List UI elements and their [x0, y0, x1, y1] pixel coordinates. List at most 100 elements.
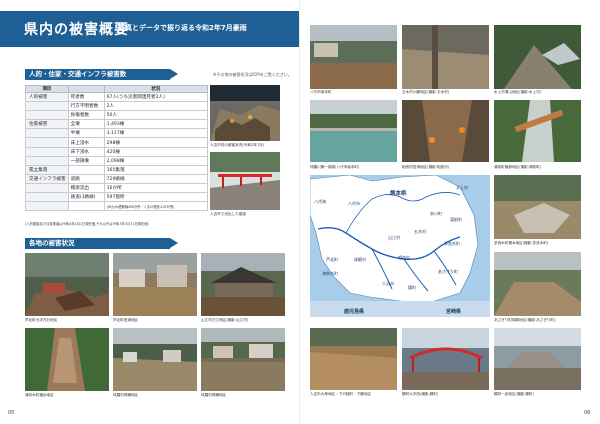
- map-label: 鹿児島県: [344, 308, 364, 315]
- map-label: 多良木町: [444, 240, 460, 246]
- table-cell-category: [25, 101, 69, 112]
- table-cell-item: 死者数: [67, 91, 105, 103]
- photo-left-1: [210, 152, 280, 210]
- table-header-status: 状況: [103, 85, 209, 93]
- photo-left-6: [113, 328, 197, 391]
- page-subtitle: 写真とデータで振り返る令和2年7月豪雨: [118, 24, 247, 32]
- photo-caption: 人吉市で流出した橋梁: [210, 212, 246, 216]
- table-cell-category: 孤立集落: [25, 164, 69, 175]
- table-cell-value: 16か所: [103, 182, 209, 194]
- map-label: 相良村: [398, 254, 410, 260]
- damage-table: 項目 状況 人的被害 死者数 67人(うち災害関連死者2人) 行方不明者数 2人 負傷者数…: [25, 85, 209, 212]
- photo-right-9: [402, 328, 489, 390]
- photo-right-5: [494, 100, 581, 162]
- photo-right-0: [310, 25, 397, 89]
- table-cell-value: 1,493棟: [103, 119, 209, 130]
- table-row: 人的被害 死者数 67人(うち災害関連死者2人): [25, 91, 209, 103]
- left-page: 県内の被害概要 写真とデータで振り返る令和2年7月豪雨 人的・住家・交通インフラ…: [0, 0, 300, 424]
- table-cell-item: 床上浸水: [67, 137, 105, 148]
- table-row: 行方不明者数 2人: [25, 101, 209, 112]
- photo-caption: 球磨川第一橋梁(八代市坂本町): [310, 165, 360, 169]
- table-row: 住家被害 全壊 1,493棟: [25, 119, 209, 130]
- table-row: (JR九州:肥薩線450か所・くま川鉄道:147か所): [25, 201, 209, 212]
- table-cell-item: 行方不明者数: [67, 101, 105, 112]
- photo-right-4: [402, 100, 489, 162]
- table-row: 床上浸水 298棟: [25, 137, 209, 148]
- table-row: 床下浸水 420棟: [25, 146, 209, 157]
- map-label: 人吉市: [382, 280, 394, 286]
- table-cell-item: [67, 201, 105, 212]
- table-row: 交通インフラ被害 道路 729路線: [25, 173, 209, 184]
- map-label: 錦町: [408, 284, 416, 290]
- table-row: 負傷者数 50人: [25, 110, 209, 121]
- photo-caption: 津奈木町福浜地区: [25, 393, 54, 397]
- table-cell-value: 67人(うち災害関連死者2人): [103, 91, 209, 103]
- table-cell-category: [25, 146, 69, 157]
- table-row: 孤立集落 165集落: [25, 164, 209, 175]
- table-cell-value: 165集落: [103, 164, 209, 175]
- table-row: 一部損壊 2,098棟: [25, 155, 209, 166]
- photo-left-4: [201, 253, 285, 316]
- section-header-infra: 人的・住家・交通インフラ被害数: [25, 69, 178, 80]
- section-header-areas: 各地の被害状況: [25, 238, 178, 249]
- photo-left-5: [25, 328, 109, 391]
- table-cell-value: 2,098棟: [103, 155, 209, 166]
- table-cell-item: 鉄道(3路線): [67, 192, 105, 203]
- photo-caption: 球磨村神瀬地区: [113, 393, 139, 397]
- map-label: 球磨村: [354, 256, 366, 262]
- photo-caption: 多良木町槻木地区(撮影:多良木町): [494, 241, 549, 245]
- photo-caption: 芦北町大字白石地区: [25, 318, 58, 322]
- photo-caption: 水上村湯山地区(撮影:水上村): [494, 90, 542, 94]
- table-row: 橋梁流出 16か所: [25, 182, 209, 194]
- table-header-sub: [67, 85, 105, 93]
- map-label: 山江村: [388, 234, 400, 240]
- table-cell-category: 交通インフラ被害: [25, 173, 69, 184]
- photo-left-2: [25, 253, 109, 316]
- map-south-region: [310, 301, 490, 317]
- photo-caption: あさぎり町岡原地区(撮影:あさぎり町): [494, 318, 556, 322]
- map-label: あさぎり町: [438, 268, 458, 274]
- table-cell-category: [25, 192, 69, 203]
- map-label: 熊本県: [390, 189, 407, 197]
- photo-caption: 湯前町植柳地区(撮影:湯前町): [494, 165, 542, 169]
- table-cell-item: 床下浸水: [67, 146, 105, 157]
- photo-caption: 芦北町田浦地区: [113, 318, 139, 322]
- table-cell-item: 一部損壊: [67, 155, 105, 166]
- photo-left-3: [113, 253, 197, 316]
- right-page: 八代市坂本町 五木村小鶴地区(撮影:五木村) 水上村湯山地区(撮影:水上村) 球…: [300, 0, 600, 424]
- map-label: 水上村: [456, 184, 468, 190]
- table-cell-value: 3,117棟: [103, 128, 209, 139]
- table-cell-item: 負傷者数: [67, 110, 105, 121]
- page-title: 県内の被害概要: [24, 22, 129, 38]
- table-cell-value: 2人: [103, 101, 209, 112]
- table-cell-item: 橋梁流出: [67, 182, 105, 194]
- photo-caption: 山江村万江地区(撮影:山江村): [201, 318, 249, 322]
- photo-right-7: [494, 252, 581, 316]
- photo-right-8: [310, 328, 397, 390]
- table-cell-item: 道路: [67, 173, 105, 184]
- photo-left-0: [210, 85, 280, 141]
- photo-caption: 五木村小鶴地区(撮影:五木村): [402, 90, 450, 94]
- table-cell-category: [25, 182, 69, 194]
- table-footnote: (人的被害及び住家被害は令和4年4月1日現在値,それ以外は令和3年3月31日現在…: [25, 222, 149, 226]
- photo-caption: 相良村四浦地区(撮影:相良村): [402, 165, 450, 169]
- photo-right-3: [310, 100, 397, 162]
- page-number-right: 06: [584, 410, 591, 416]
- table-cell-value: 597箇所: [103, 192, 209, 203]
- table-cell-category: 住家被害: [25, 119, 69, 130]
- table-header-item: 項目: [25, 85, 69, 93]
- map-label: 宮崎県: [446, 308, 461, 315]
- table-row: 鉄道(3路線) 597箇所: [25, 192, 209, 203]
- photo-caption: 錦町一武地区(撮影:錦町): [494, 392, 534, 396]
- map-label: 湯前町: [450, 216, 462, 222]
- page-number-left: 05: [8, 410, 15, 416]
- table-cell-item: [67, 164, 105, 175]
- map-label: 津奈木町: [322, 270, 338, 276]
- table-cell-item: 全壊: [67, 119, 105, 130]
- map-label: 芦北町: [326, 256, 338, 262]
- photo-caption: 八代市坂本町: [310, 90, 332, 94]
- photo-caption: 錦町大字西(撮影:錦町): [402, 392, 439, 396]
- table-rail-note: (JR九州:肥薩線450か所・くま川鉄道:147か所): [103, 201, 209, 212]
- map-label: 八代市: [348, 200, 360, 206]
- photo-caption: 人吉市大柿地区・下戸越町・下鶴地区: [310, 392, 372, 396]
